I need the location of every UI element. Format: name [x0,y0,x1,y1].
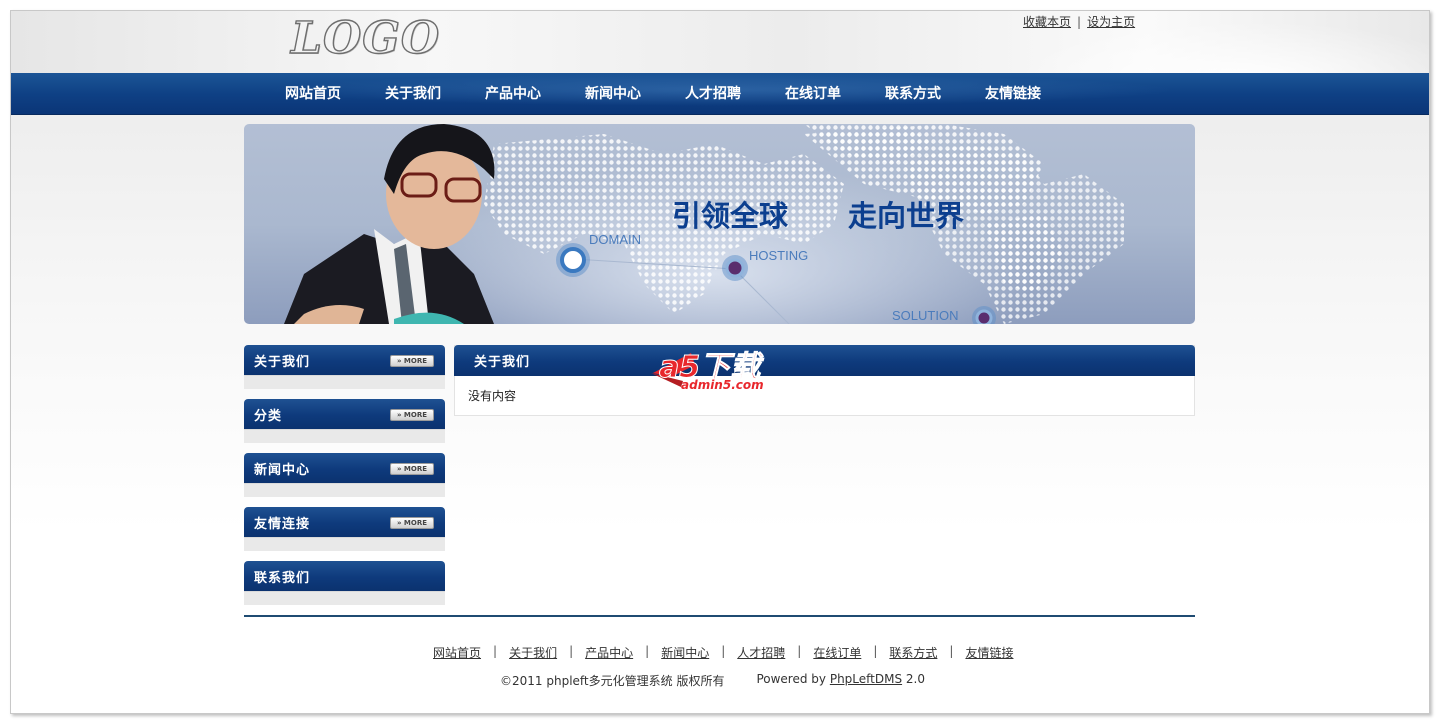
sidebar-box-links: 友情连接 » MORE [244,507,445,551]
footer-link-products[interactable]: 产品中心 [585,644,633,661]
sidebar-box-body [244,591,445,605]
banner-slogan-left: 引领全球 [672,199,789,233]
sidebar-box-body [244,429,445,443]
footer-link-news[interactable]: 新闻中心 [661,644,709,661]
footer-link-about[interactable]: 关于我们 [509,644,557,661]
footer-link-contact[interactable]: 联系方式 [889,644,937,661]
phpleftdms-link[interactable]: PhpLeftDMS [830,672,902,686]
main-content-text: 没有内容 [468,389,517,403]
nav-item-products[interactable]: 产品中心 [484,73,584,115]
more-button[interactable]: » MORE [390,517,434,529]
nav-item-jobs[interactable]: 人才招聘 [684,73,784,115]
watermark-site: admin5.com [681,378,764,391]
banner-slogan-right: 走向世界 [848,199,964,233]
banner-label-domain: DOMAIN [589,232,641,247]
site-logo[interactable]: LOGO [290,12,440,64]
powered-by: Powered by PhpLeftDMS 2.0 [756,672,925,689]
footer-separator: | [645,644,650,658]
powered-prefix: Powered by [756,672,830,686]
footer-link-home[interactable]: 网站首页 [433,644,481,661]
sidebar-box-title: 联系我们 [254,571,311,586]
footer-separator: | [797,644,802,658]
top-links: 收藏本页 | 设为主页 [1023,13,1135,30]
nav-item-about[interactable]: 关于我们 [384,73,484,115]
nav-item-news[interactable]: 新闻中心 [584,73,684,115]
set-homepage-link[interactable]: 设为主页 [1087,13,1135,30]
bookmark-link[interactable]: 收藏本页 [1023,13,1071,30]
footer-links: 网站首页 | 关于我们 | 产品中心 | 新闻中心 | 人才招聘 | 在线订单 … [433,644,1013,661]
banner-label-hosting: HOSTING [749,248,808,263]
header: LOGO 收藏本页 | 设为主页 [11,11,1429,73]
a5-watermark-logo: a5下载 admin5.com [651,350,765,391]
copyright-text: ©2011 phpleft多元化管理系统 版权所有 [500,674,725,688]
main-nav: 网站首页 关于我们 产品中心 新闻中心 人才招聘 在线订单 联系方式 友情链接 [11,73,1429,115]
footer-copyright: ©2011 phpleft多元化管理系统 版权所有 Powered by Php… [500,672,925,689]
banner-artwork: DOMAIN HOSTING SOLUTION 引领全球 走向世界 [284,124,1124,324]
more-button[interactable]: » MORE [390,463,434,475]
sidebar-box-category: 分类 » MORE [244,399,445,443]
nav-item-contact[interactable]: 联系方式 [884,73,984,115]
sidebar-box-title: 友情连接 [254,517,311,532]
more-button[interactable]: » MORE [390,355,434,367]
nav-item-links[interactable]: 友情链接 [984,73,1084,115]
domain-node-icon [556,243,590,277]
sidebar-box-about: 关于我们 » MORE [244,345,445,389]
footer-separator: | [873,644,878,658]
sidebar-box-body [244,537,445,551]
sidebar-box-contact: 联系我们 [244,561,445,605]
footer-separator: | [721,644,726,658]
footer-divider [244,615,1195,617]
nav-item-home[interactable]: 网站首页 [284,73,384,115]
top-link-separator: | [1077,14,1082,29]
sidebar-box-news: 新闻中心 » MORE [244,453,445,497]
sidebar-box-title: 分类 [254,409,283,424]
page-frame: LOGO 收藏本页 | 设为主页 网站首页 关于我们 产品中心 新闻中心 人才招… [10,10,1430,714]
more-button[interactable]: » MORE [390,409,434,421]
banner-label-solution: SOLUTION [892,308,958,323]
sidebar-box-body [244,483,445,497]
footer-link-jobs[interactable]: 人才招聘 [737,644,785,661]
footer-separator: | [493,644,498,658]
hosting-node-icon [722,255,748,281]
nav-item-order[interactable]: 在线订单 [784,73,884,115]
sidebar-box-title: 新闻中心 [254,463,311,478]
footer-separator: | [569,644,574,658]
footer-separator: | [949,644,954,658]
hero-banner: DOMAIN HOSTING SOLUTION 引领全球 走向世界 [244,124,1195,324]
main-content-box: 关于我们 没有内容 [454,345,1195,416]
footer-link-links[interactable]: 友情链接 [965,644,1013,661]
powered-version: 2.0 [902,672,925,686]
main-box-title: 关于我们 [474,355,531,370]
sidebar-box-title: 关于我们 [254,355,311,370]
footer-link-order[interactable]: 在线订单 [813,644,861,661]
person-figure [284,124,495,324]
sidebar-box-body [244,375,445,389]
